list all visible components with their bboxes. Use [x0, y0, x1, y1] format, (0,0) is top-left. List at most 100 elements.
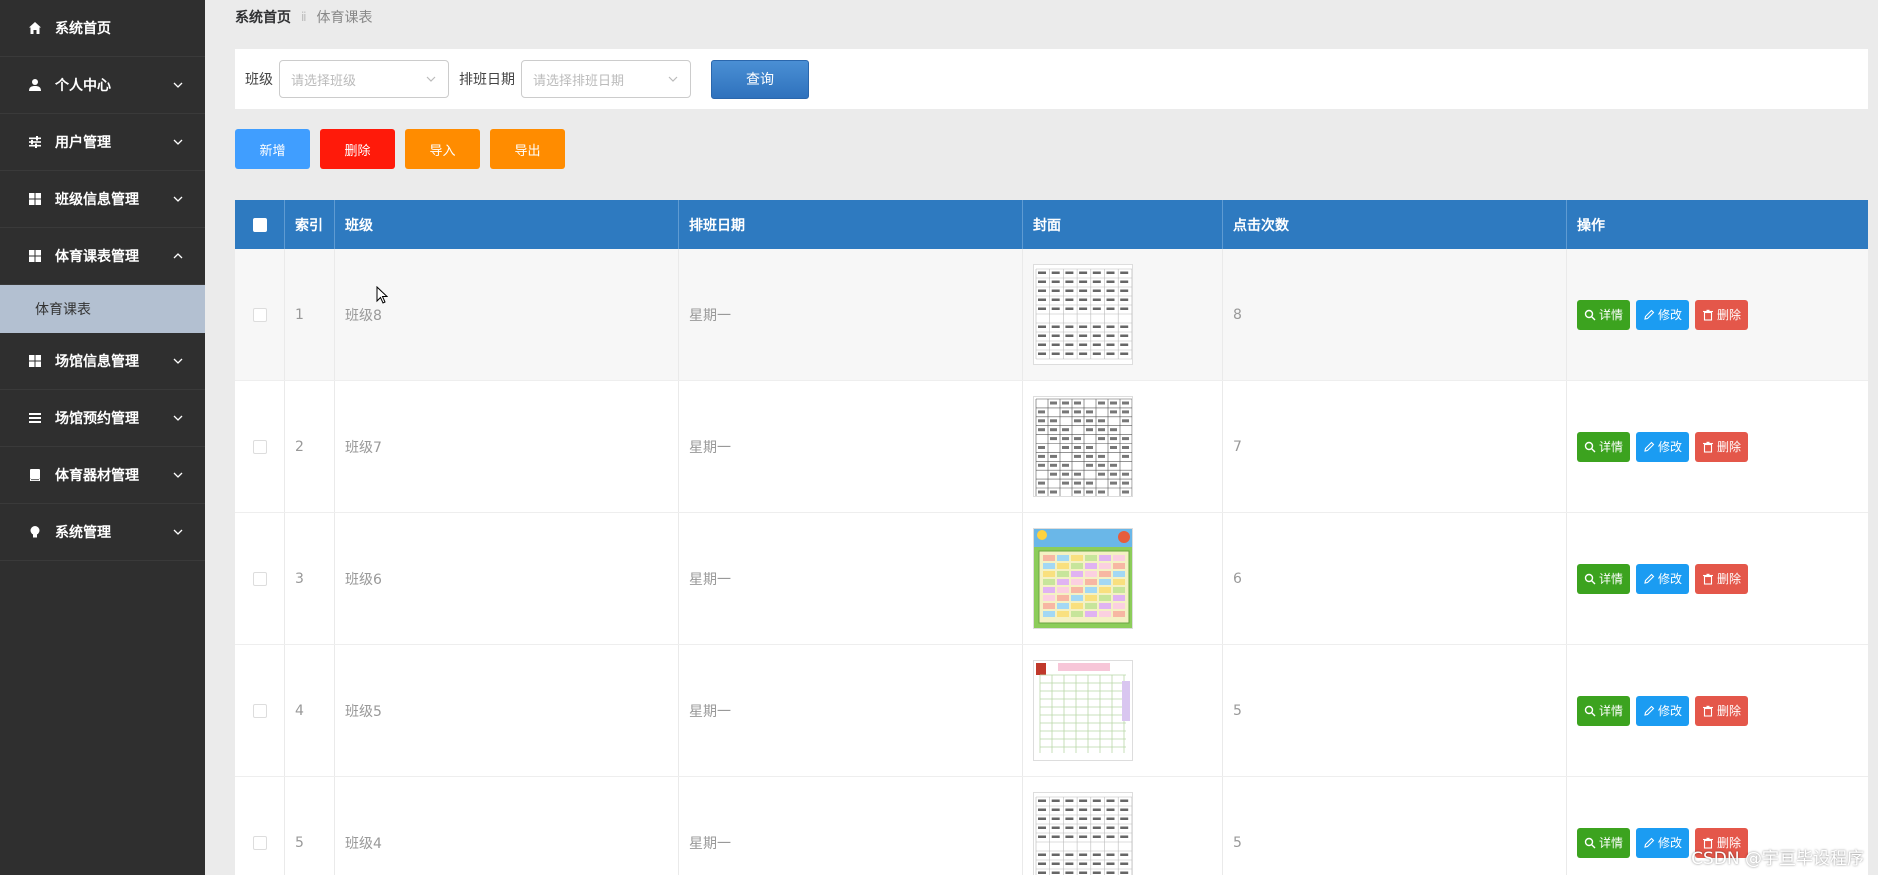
delete-button[interactable]: 删除 — [1695, 563, 1749, 594]
delete-button[interactable]: 删除 — [1695, 299, 1749, 330]
mouse-cursor-icon — [376, 286, 388, 304]
sidebar-item-label: 系统首页 — [55, 21, 111, 37]
edit-label: 修改 — [1658, 308, 1683, 322]
cell-clicks: 8 — [1223, 249, 1567, 380]
detail-button[interactable]: 详情 — [1577, 431, 1631, 462]
cell-ops: 详情 修改 删除 — [1567, 381, 1868, 512]
search-bar: 班级 请选择班级 排班日期 请选择排班日期 查询 — [235, 49, 1868, 109]
cell-date: 星期一 — [679, 777, 1023, 875]
detail-label: 详情 — [1599, 308, 1624, 322]
cell-class: 班级5 — [335, 645, 679, 776]
delete-button[interactable]: 删除 — [1695, 695, 1749, 726]
cell-clicks: 5 — [1223, 645, 1567, 776]
detail-button[interactable]: 详情 — [1577, 827, 1631, 858]
cell-date: 星期一 — [679, 645, 1023, 776]
main-content: 系统首页 ⅱ 体育课表 班级 请选择班级 排班日期 请选择排班日期 查询 新增 … — [205, 0, 1878, 875]
sidebar-subitem-pe-schedule[interactable]: 体育课表 — [0, 285, 205, 333]
header-class: 班级 — [335, 200, 679, 249]
search-icon — [1584, 309, 1596, 320]
batch-delete-button[interactable]: 删除 — [320, 129, 395, 169]
edit-label: 修改 — [1658, 836, 1683, 850]
edit-icon — [1644, 441, 1655, 452]
sidebar-item-label: 用户管理 — [55, 135, 111, 151]
date-select[interactable]: 请选择排班日期 — [521, 60, 691, 98]
detail-label: 详情 — [1599, 440, 1624, 454]
sidebar-item-label: 个人中心 — [55, 78, 111, 94]
edit-icon — [1644, 573, 1655, 584]
grid-icon — [27, 248, 43, 264]
delete-label: 删除 — [1717, 308, 1742, 322]
cell-class: 班级6 — [335, 513, 679, 644]
detail-button[interactable]: 详情 — [1577, 299, 1631, 330]
cover-thumbnail[interactable] — [1033, 660, 1133, 761]
row-checkbox[interactable] — [252, 835, 267, 850]
row-checkbox-cell — [235, 645, 285, 776]
add-button[interactable]: 新增 — [235, 129, 310, 169]
edit-button[interactable]: 修改 — [1636, 563, 1690, 594]
sidebar-item-equipment[interactable]: 体育器材管理 — [0, 447, 205, 504]
header-clicks: 点击次数 — [1223, 200, 1567, 249]
row-checkbox[interactable] — [252, 439, 267, 454]
sidebar-item-user-management[interactable]: 用户管理 — [0, 114, 205, 171]
cover-thumbnail[interactable] — [1033, 528, 1133, 629]
select-all-checkbox[interactable] — [252, 217, 267, 232]
cell-class: 班级7 — [335, 381, 679, 512]
edit-label: 修改 — [1658, 572, 1683, 586]
chevron-down-icon — [173, 472, 183, 478]
cell-index: 2 — [285, 381, 335, 512]
schedule-table: 索引 班级 排班日期 封面 点击次数 操作 1 班级8 星期一 8 详情 修改 … — [235, 200, 1868, 875]
row-checkbox-cell — [235, 381, 285, 512]
delete-label: 删除 — [1717, 704, 1742, 718]
sidebar-item-venue-info[interactable]: 场馆信息管理 — [0, 333, 205, 390]
edit-button[interactable]: 修改 — [1636, 431, 1690, 462]
search-icon — [1584, 705, 1596, 716]
cover-thumbnail[interactable] — [1033, 396, 1133, 497]
cell-ops: 详情 修改 删除 — [1567, 645, 1868, 776]
class-filter-label: 班级 — [245, 72, 273, 88]
cell-class: 班级8 — [335, 249, 679, 380]
breadcrumb-home[interactable]: 系统首页 — [235, 7, 291, 27]
table-row: 5 班级4 星期一 5 详情 修改 删除 — [235, 777, 1868, 875]
list-icon — [27, 410, 43, 426]
cell-ops: 详情 修改 删除 — [1567, 249, 1868, 380]
sidebar-item-class-info[interactable]: 班级信息管理 — [0, 171, 205, 228]
sidebar-item-home[interactable]: 系统首页 — [0, 0, 205, 57]
chevron-down-icon — [426, 76, 436, 82]
cell-cover — [1023, 777, 1223, 875]
chevron-down-icon — [173, 415, 183, 421]
row-checkbox[interactable] — [252, 571, 267, 586]
detail-button[interactable]: 详情 — [1577, 695, 1631, 726]
edit-button[interactable]: 修改 — [1636, 827, 1690, 858]
cover-thumbnail[interactable] — [1033, 264, 1133, 365]
sidebar: 系统首页 个人中心 用户管理 班级信息管理 体育课表管理 体育课表 场馆信息管理… — [0, 0, 205, 875]
sidebar-item-label: 场馆信息管理 — [55, 354, 139, 370]
edit-label: 修改 — [1658, 704, 1683, 718]
sidebar-item-personal-center[interactable]: 个人中心 — [0, 57, 205, 114]
sidebar-item-pe-schedule[interactable]: 体育课表管理 — [0, 228, 205, 285]
table-row: 2 班级7 星期一 7 详情 修改 删除 — [235, 381, 1868, 513]
class-select-placeholder: 请选择班级 — [291, 73, 357, 89]
chevron-down-icon — [668, 76, 678, 82]
date-filter-label: 排班日期 — [459, 72, 515, 88]
toolbar: 新增 删除 导入 导出 — [235, 129, 575, 169]
edit-button[interactable]: 修改 — [1636, 299, 1690, 330]
row-checkbox[interactable] — [252, 307, 267, 322]
cell-clicks: 5 — [1223, 777, 1567, 875]
cell-index: 4 — [285, 645, 335, 776]
table-row: 4 班级5 星期一 5 详情 修改 删除 — [235, 645, 1868, 777]
cover-thumbnail[interactable] — [1033, 792, 1133, 875]
export-button[interactable]: 导出 — [490, 129, 565, 169]
header-cover: 封面 — [1023, 200, 1223, 249]
query-button[interactable]: 查询 — [711, 59, 809, 99]
class-select[interactable]: 请选择班级 — [279, 60, 449, 98]
row-checkbox[interactable] — [252, 703, 267, 718]
import-button[interactable]: 导入 — [405, 129, 480, 169]
detail-button[interactable]: 详情 — [1577, 563, 1631, 594]
edit-label: 修改 — [1658, 440, 1683, 454]
sidebar-item-venue-booking[interactable]: 场馆预约管理 — [0, 390, 205, 447]
delete-button[interactable]: 删除 — [1695, 431, 1749, 462]
table-row: 3 班级6 星期一 6 详情 修改 删除 — [235, 513, 1868, 645]
table-row: 1 班级8 星期一 8 详情 修改 删除 — [235, 249, 1868, 381]
edit-button[interactable]: 修改 — [1636, 695, 1690, 726]
sidebar-item-system[interactable]: 系统管理 — [0, 504, 205, 561]
